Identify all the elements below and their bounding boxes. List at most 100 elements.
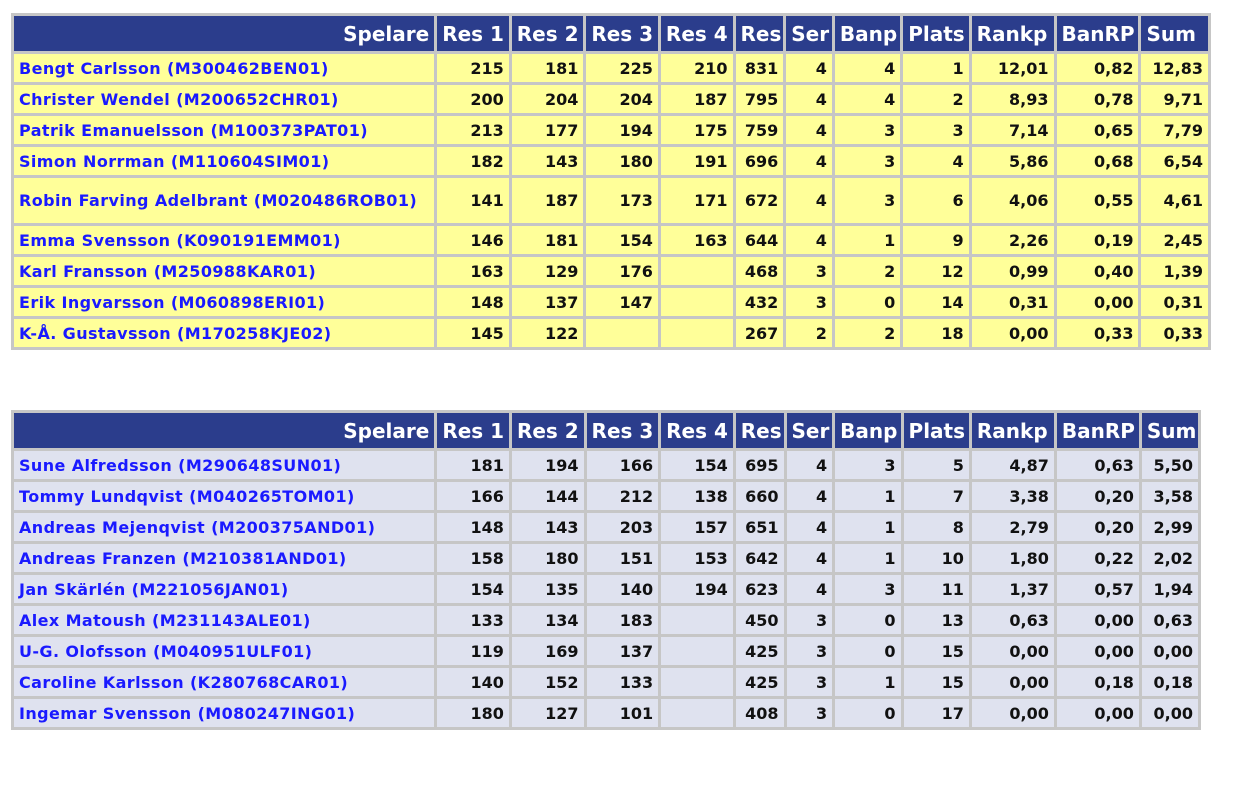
player-name-link[interactable]: Bengt Carlsson (M300462BEN01) — [14, 54, 435, 82]
player-name-link[interactable]: Emma Svensson (K090191EMM01) — [14, 226, 435, 254]
table-row: Ingemar Svensson (M080247ING01) 180 127 101… — [14, 699, 1198, 727]
banrp-cell: 0,18 — [1056, 668, 1139, 696]
header-res-2: Res 2 — [511, 413, 584, 448]
sum-cell: 3,58 — [1141, 482, 1198, 510]
sum-cell: 7,79 — [1141, 116, 1208, 144]
player-name-link[interactable]: Tommy Lundqvist (M040265TOM01) — [14, 482, 435, 510]
rankp-cell: 0,00 — [971, 668, 1054, 696]
res-total-cell: 651 — [735, 513, 784, 541]
res-2-cell: 143 — [511, 513, 584, 541]
plats-cell: 8 — [903, 513, 969, 541]
header-res-3: Res 3 — [586, 413, 659, 448]
rankp-cell: 0,00 — [971, 637, 1054, 665]
res-total-cell: 267 — [735, 319, 784, 347]
rankp-cell: 12,01 — [971, 54, 1054, 82]
res-3-cell: 176 — [586, 257, 658, 285]
player-name-link[interactable]: K-Å. Gustavsson (M170258KJE02) — [14, 319, 435, 347]
res-2-cell: 144 — [511, 482, 584, 510]
header-sum: Sum — [1141, 413, 1198, 448]
table-row: Alex Matoush (M231143ALE01) 133 134 183 450 3… — [14, 606, 1198, 634]
banp-cell: 1 — [835, 668, 901, 696]
player-name-link[interactable]: Christer Wendel (M200652CHR01) — [14, 85, 435, 113]
header-ser: Ser — [786, 16, 832, 51]
plats-cell: 17 — [903, 699, 969, 727]
player-name-link[interactable]: Ingemar Svensson (M080247ING01) — [14, 699, 435, 727]
player-name-link[interactable]: Robin Farving Adelbrant (M020486ROB01) — [14, 178, 435, 223]
header-sum: Sum — [1141, 16, 1208, 51]
player-name-link[interactable]: Andreas Franzen (M210381AND01) — [14, 544, 435, 572]
res-total-cell: 623 — [735, 575, 784, 603]
res-1-cell: 215 — [437, 54, 509, 82]
banp-cell: 1 — [834, 226, 901, 254]
rankp-cell: 4,06 — [971, 178, 1054, 223]
player-name-link[interactable]: Jan Skärlén (M221056JAN01) — [14, 575, 435, 603]
res-3-cell: 183 — [586, 606, 659, 634]
res-4-cell — [661, 668, 733, 696]
header-res-4: Res 4 — [661, 413, 733, 448]
res-2-cell: 177 — [511, 116, 584, 144]
res-2-cell: 127 — [511, 699, 584, 727]
res-3-cell: 151 — [586, 544, 659, 572]
ser-cell: 4 — [786, 544, 833, 572]
res-2-cell: 181 — [511, 54, 584, 82]
plats-cell: 15 — [903, 637, 969, 665]
plats-cell: 12 — [903, 257, 969, 285]
banp-cell: 3 — [834, 116, 901, 144]
rankp-cell: 0,99 — [971, 257, 1054, 285]
sum-cell: 1,39 — [1141, 257, 1208, 285]
player-name-link[interactable]: Simon Norrman (M110604SIM01) — [14, 147, 435, 175]
res-4-cell: 157 — [661, 513, 733, 541]
rankp-cell: 8,93 — [971, 85, 1054, 113]
player-name-link[interactable]: Caroline Karlsson (K280768CAR01) — [14, 668, 435, 696]
header-res-2: Res 2 — [511, 16, 584, 51]
ser-cell: 4 — [786, 451, 833, 479]
ser-cell: 3 — [786, 668, 833, 696]
banp-cell: 1 — [835, 544, 901, 572]
ser-cell: 2 — [786, 319, 832, 347]
res-3-cell — [586, 319, 658, 347]
res-1-cell: 140 — [437, 668, 509, 696]
player-name-link[interactable]: Andreas Mejenqvist (M200375AND01) — [14, 513, 435, 541]
plats-cell: 10 — [903, 544, 969, 572]
player-name-link[interactable]: Karl Fransson (M250988KAR01) — [14, 257, 435, 285]
res-total-cell: 795 — [735, 85, 784, 113]
header-res: Res — [735, 16, 784, 51]
results-table-group-2: Spelare Res 1 Res 2 Res 3 Res 4 Res Ser Banp Pla… — [11, 410, 1201, 730]
res-1-cell: 182 — [437, 147, 509, 175]
sum-cell: 0,00 — [1141, 637, 1198, 665]
res-total-cell: 432 — [735, 288, 784, 316]
res-total-cell: 642 — [735, 544, 784, 572]
table-row: Karl Fransson (M250988KAR01) 163 129 176 468… — [14, 257, 1208, 285]
table-row: Robin Farving Adelbrant (M020486ROB01) 14… — [14, 178, 1208, 223]
res-3-cell: 204 — [586, 85, 658, 113]
sum-cell: 1,94 — [1141, 575, 1198, 603]
player-name-link[interactable]: Alex Matoush (M231143ALE01) — [14, 606, 435, 634]
res-3-cell: 180 — [586, 147, 658, 175]
rankp-cell: 1,37 — [971, 575, 1054, 603]
res-total-cell: 831 — [735, 54, 784, 82]
res-4-cell: 194 — [661, 575, 733, 603]
player-name-link[interactable]: U-G. Olofsson (M040951ULF01) — [14, 637, 435, 665]
header-row: Spelare Res 1 Res 2 Res 3 Res 4 Res Ser Banp Pla… — [14, 16, 1208, 51]
ser-cell: 4 — [786, 575, 833, 603]
res-2-cell: 204 — [511, 85, 584, 113]
rankp-cell: 0,31 — [971, 288, 1054, 316]
banrp-cell: 0,57 — [1056, 575, 1139, 603]
banrp-cell: 0,22 — [1056, 544, 1139, 572]
header-banp: Banp — [834, 16, 901, 51]
player-name-link[interactable]: Erik Ingvarsson (M060898ERI01) — [14, 288, 435, 316]
player-name-link[interactable]: Patrik Emanuelsson (M100373PAT01) — [14, 116, 435, 144]
banrp-cell: 0,55 — [1056, 178, 1139, 223]
banrp-cell: 0,78 — [1056, 85, 1139, 113]
table-row: K-Å. Gustavsson (M170258KJE02) 145 122 267 2… — [14, 319, 1208, 347]
banp-cell: 0 — [835, 699, 901, 727]
rankp-cell: 2,26 — [971, 226, 1054, 254]
banp-cell: 3 — [834, 178, 901, 223]
res-4-cell: 175 — [660, 116, 733, 144]
banrp-cell: 0,33 — [1056, 319, 1139, 347]
player-name-link[interactable]: Sune Alfredsson (M290648SUN01) — [14, 451, 435, 479]
res-4-cell — [660, 288, 733, 316]
res-2-cell: 135 — [511, 575, 584, 603]
res-total-cell: 425 — [735, 668, 784, 696]
res-4-cell — [661, 637, 733, 665]
